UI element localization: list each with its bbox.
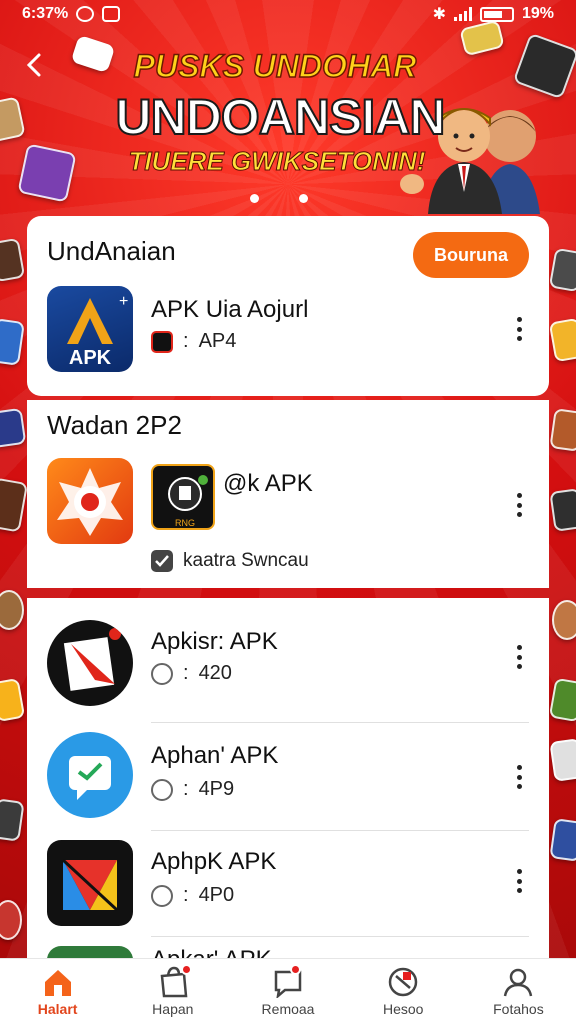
section-title: Wadan 2P2 xyxy=(47,410,182,440)
more-options-icon[interactable] xyxy=(509,490,529,520)
nav-label: Hapan xyxy=(152,1001,194,1017)
shield-icon xyxy=(151,884,173,907)
nav-label: Hesoo xyxy=(382,1001,424,1017)
tag-icon xyxy=(151,330,173,353)
thumbnail-label: RNG xyxy=(175,518,195,528)
app-meta: AP4 xyxy=(198,330,237,352)
home-icon xyxy=(44,970,71,996)
apk-app-icon: + APK xyxy=(47,286,133,372)
more-options-icon[interactable] xyxy=(509,314,529,344)
signal-icon xyxy=(453,7,472,21)
checkbox-icon[interactable] xyxy=(151,550,173,572)
section-card-2: Wadan 2P2 RNG @k APK kaatra Swncau xyxy=(27,400,549,588)
app-meta: 420 xyxy=(198,662,232,684)
app-name: Aphan' APK xyxy=(151,742,279,769)
divider xyxy=(151,830,529,831)
nav-label: Fotahos xyxy=(493,1001,544,1017)
meta-separator: : xyxy=(183,884,189,906)
bag-icon xyxy=(156,964,192,998)
arrow-app-icon xyxy=(47,620,133,706)
list-item[interactable]: RNG @k APK kaatra Swncau xyxy=(27,458,549,578)
banner-title-top: PUSKS UNDOHAR xyxy=(133,47,417,85)
compass-app-icon xyxy=(47,458,133,544)
more-options-icon[interactable] xyxy=(509,642,529,672)
app-meta: kaatra Swncau xyxy=(183,550,309,571)
meta-separator: : xyxy=(183,330,189,352)
notification-dot xyxy=(290,964,301,975)
status-time: 6:37% xyxy=(22,5,69,22)
list-item[interactable]: Aphan' APK : 4P9 xyxy=(27,732,549,822)
app-name: APK Uia Aojurl xyxy=(151,296,309,323)
battery-icon xyxy=(479,6,514,22)
shield-icon xyxy=(151,662,173,685)
nav-item-home[interactable]: Halart xyxy=(0,959,115,1024)
battery-text: 19% xyxy=(521,5,554,22)
back-button[interactable] xyxy=(20,50,50,80)
divider xyxy=(151,936,529,937)
banner-title-main: UNDOANSIAN xyxy=(115,88,447,146)
app-name: @k APK xyxy=(223,470,313,497)
bottom-navigation: Halart Hapan Remoaa Hesoo Fotahos xyxy=(0,958,576,1024)
profile-icon xyxy=(504,968,533,997)
app-meta: 4P9 xyxy=(198,778,235,800)
browse-button[interactable]: Bouruna xyxy=(413,232,529,278)
list-item[interactable]: AphpK APK : 4P0 xyxy=(27,840,549,930)
section-title: UndAnaian xyxy=(47,236,176,266)
section-card-3: Apkisr: APK : 420 Aphan' APK : 4P9 AphpK… xyxy=(27,598,549,978)
lock-icon xyxy=(102,6,121,22)
divider xyxy=(151,722,529,723)
bluetooth-icon: ✱ xyxy=(432,6,446,23)
nav-item-chat[interactable]: Remoaa xyxy=(230,959,345,1024)
chat-icon xyxy=(271,964,305,1000)
notification-dot xyxy=(180,964,192,975)
banner-subtitle: TIUERE GWIKSETONIN! xyxy=(128,146,426,177)
section-card-1: UndAnaian Bouruna + APK APK Uia Aojurl :… xyxy=(27,216,549,396)
nav-item-profile[interactable]: Fotahos xyxy=(461,959,576,1024)
svg-text:+: + xyxy=(119,293,128,310)
list-item[interactable]: Apkisr: APK : 420 xyxy=(27,620,549,720)
nav-item-shield[interactable]: Hesoo xyxy=(346,959,461,1024)
more-options-icon[interactable] xyxy=(509,762,529,792)
carousel-indicator xyxy=(250,194,308,203)
nav-label: Halart xyxy=(37,1001,78,1017)
app-thumbnail: RNG xyxy=(151,464,215,530)
meta-separator: : xyxy=(183,778,189,800)
list-item[interactable]: + APK APK Uia Aojurl : AP4 xyxy=(27,286,549,386)
nav-label: Remoaa xyxy=(261,1001,315,1017)
nav-item-bag[interactable]: Hapan xyxy=(115,959,230,1024)
meta-separator: : xyxy=(183,662,189,684)
chat-app-icon xyxy=(47,732,133,818)
app-name: Apkisr: APK xyxy=(151,628,278,655)
app-icon-label: APK xyxy=(69,347,112,369)
chevron-left-icon xyxy=(26,53,41,77)
notification-icon xyxy=(76,6,95,22)
status-bar: 6:37% ✱ 19% xyxy=(0,0,576,28)
play-app-icon xyxy=(47,840,133,926)
shield-icon xyxy=(151,778,173,801)
app-name: AphpK APK xyxy=(151,848,277,875)
shield-icon xyxy=(386,966,420,998)
app-meta: 4P0 xyxy=(198,884,235,906)
more-options-icon[interactable] xyxy=(509,866,529,896)
